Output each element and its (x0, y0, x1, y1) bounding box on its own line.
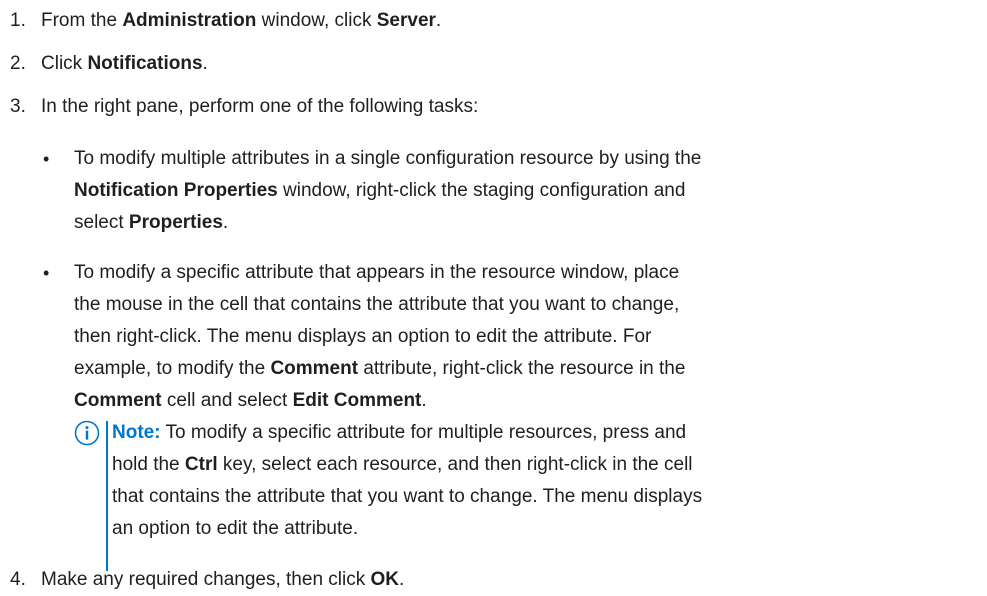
administration-term: Administration (122, 10, 257, 31)
ok-term: OK (370, 569, 400, 590)
ctrl-term: Ctrl (184, 454, 218, 475)
bullet-dot: • (43, 149, 50, 169)
notification-properties-term: Notification Properties (74, 180, 278, 201)
server-term: Server (376, 10, 436, 31)
comment-term: Comment (270, 358, 359, 379)
step-number: 1. (10, 10, 26, 31)
step-number: 3. (10, 96, 26, 117)
step-text: Make any required changes, then click OK… (41, 569, 405, 590)
step-text: Click Notifications. (41, 53, 208, 74)
notifications-term: Notifications (87, 53, 203, 74)
note-divider (106, 421, 108, 571)
step-number: 4. (10, 569, 26, 590)
note-text: Note: To modify a specific attribute for… (112, 422, 703, 539)
step-number: 2. (10, 53, 26, 74)
note-label: Note: (112, 422, 161, 443)
edit-comment-term: Edit Comment (292, 390, 422, 411)
step-text: In the right pane, perform one of the fo… (41, 96, 479, 117)
properties-term: Properties (128, 212, 223, 233)
bullet-text: To modify a specific attribute that appe… (74, 262, 686, 411)
step-text: From the Administration window, click Se… (41, 10, 442, 31)
info-circle-icon (74, 420, 100, 446)
bullet-text: To modify multiple attributes in a singl… (74, 148, 702, 233)
comment-term: Comment (74, 390, 162, 411)
bullet-dot: • (43, 263, 50, 283)
